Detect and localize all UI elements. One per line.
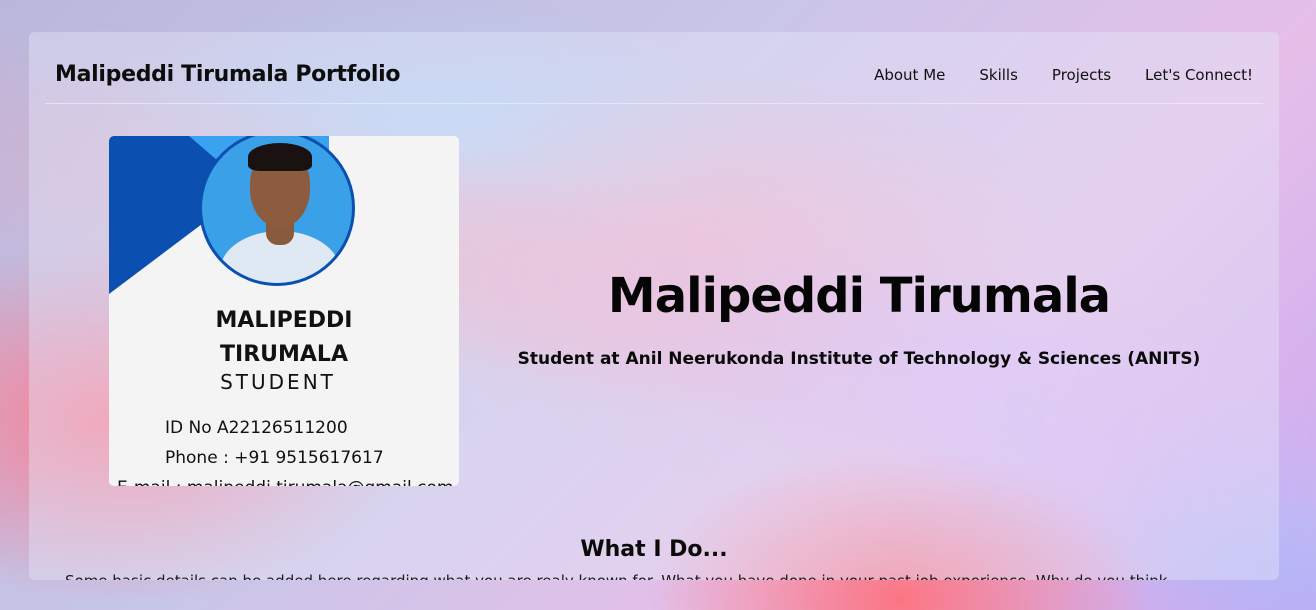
nav-links: About Me Skills Projects Let's Connect! bbox=[874, 66, 1253, 84]
photo-hair bbox=[248, 143, 312, 171]
card-role: STUDENT bbox=[220, 370, 336, 394]
navbar: Malipeddi Tirumala Portfolio About Me Sk… bbox=[45, 32, 1263, 104]
nav-link-projects[interactable]: Projects bbox=[1052, 66, 1111, 84]
nav-link-skills[interactable]: Skills bbox=[979, 66, 1018, 84]
nav-link-about-me[interactable]: About Me bbox=[874, 66, 945, 84]
card-id-number: ID No A22126511200 bbox=[165, 418, 348, 438]
hero-subtitle: Student at Anil Neerukonda Institute of … bbox=[517, 349, 1201, 369]
card-phone: Phone : +91 9515617617 bbox=[165, 448, 384, 468]
hero-title: Malipeddi Tirumala bbox=[607, 268, 1111, 324]
portfolio-container: Malipeddi Tirumala Portfolio About Me Sk… bbox=[29, 32, 1279, 580]
id-card-image: MALIPEDDI TIRUMALA STUDENT ID No A221265… bbox=[109, 136, 459, 486]
nav-link-lets-connect[interactable]: Let's Connect! bbox=[1145, 66, 1253, 84]
card-name: MALIPEDDI TIRUMALA bbox=[215, 308, 353, 367]
what-i-do-text: Some basic details can be added here reg… bbox=[65, 572, 1265, 580]
what-i-do-title: What I Do... bbox=[580, 537, 728, 562]
card-email: E-mail : malipeddi.tirumala@gmail.com bbox=[117, 478, 453, 486]
profile-photo bbox=[199, 136, 355, 286]
brand-title[interactable]: Malipeddi Tirumala Portfolio bbox=[55, 62, 400, 87]
